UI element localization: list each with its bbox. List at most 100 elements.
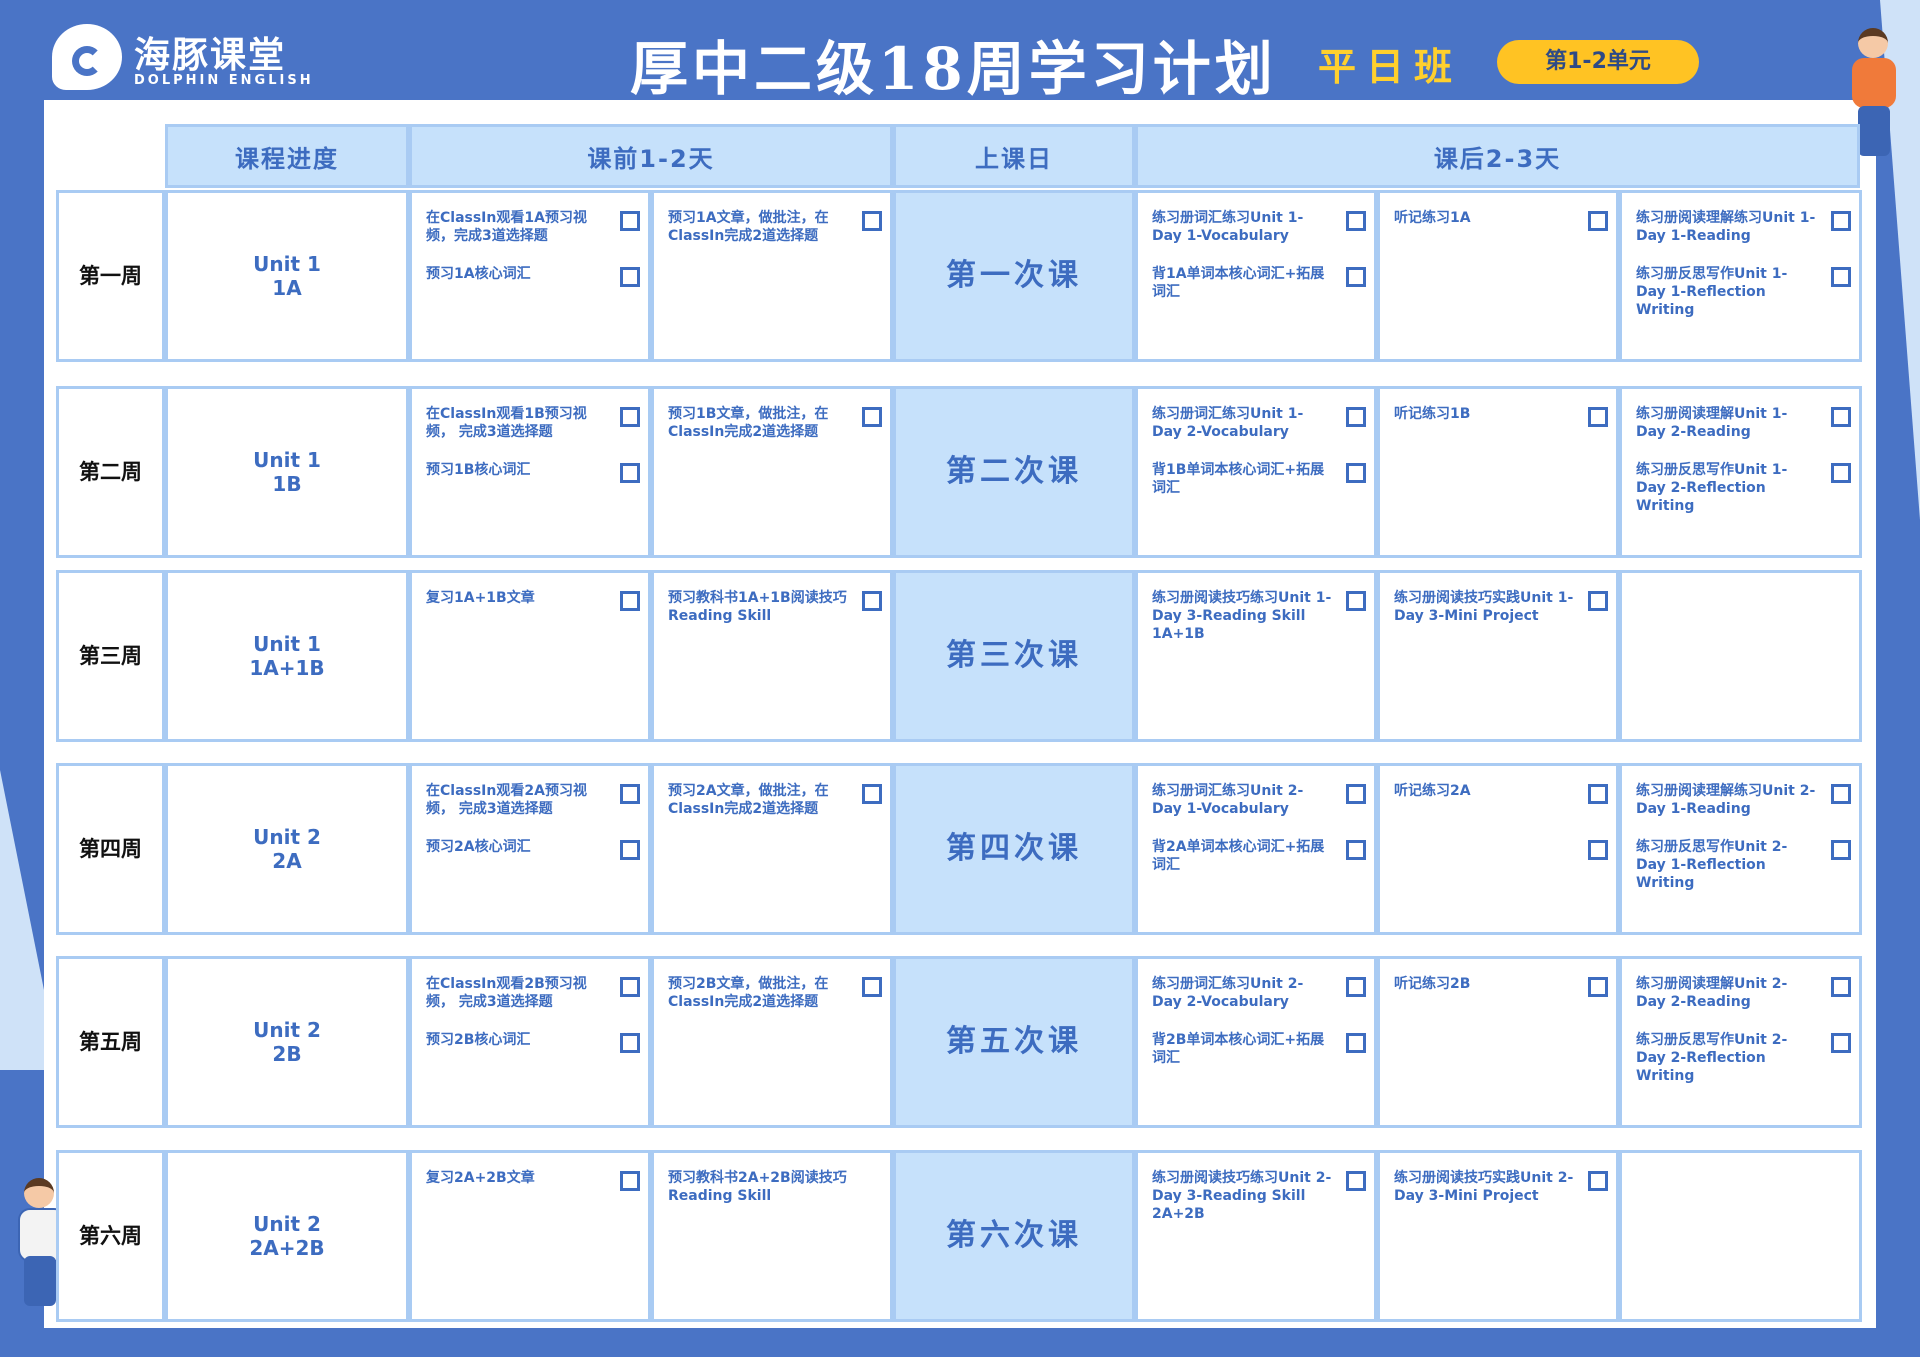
unit-name: Unit 2 xyxy=(253,1018,321,1042)
task-checkbox[interactable] xyxy=(1588,211,1608,231)
task-checkbox[interactable] xyxy=(1346,591,1366,611)
task-text: 预习教科书2A+2B阅读技巧Reading Skill xyxy=(668,1170,847,1204)
page-title: 厚中二级18周学习计划 xyxy=(630,35,1277,103)
task-checkbox[interactable] xyxy=(1346,784,1366,804)
unit-name: Unit 1 xyxy=(253,632,321,656)
page-subtitle: 平日班 xyxy=(1318,45,1463,89)
task-cell: 听记练习1B xyxy=(1377,386,1619,558)
task-cell: 预习教科书1A+1B阅读技巧Reading Skill xyxy=(651,570,893,742)
unit-name: Unit 2 xyxy=(253,1212,321,1236)
task-checkbox[interactable] xyxy=(620,784,640,804)
header: 海豚课堂 DOLPHIN ENGLISH 厚中二级18周学习计划 平日班 第1-… xyxy=(0,0,1920,103)
task-cell: 预习教科书2A+2B阅读技巧Reading Skill xyxy=(651,1150,893,1322)
task-text: 背1B单词本核心词汇+拓展词汇 xyxy=(1152,462,1325,496)
task-checkbox[interactable] xyxy=(1831,267,1851,287)
task-cell: 听记练习2B xyxy=(1377,956,1619,1128)
task-checkbox[interactable] xyxy=(620,977,640,997)
task-text: 练习册阅读技巧练习Unit 2-Day 3-Reading Skill 2A+2… xyxy=(1152,1170,1332,1222)
task-checkbox[interactable] xyxy=(1831,1033,1851,1053)
task-checkbox[interactable] xyxy=(1588,1171,1608,1191)
unit-cell: Unit 1 1A xyxy=(165,190,409,362)
task-text: 预习2B核心词汇 xyxy=(426,1032,531,1048)
task-checkbox[interactable] xyxy=(620,211,640,231)
unit-badge: 第1-2单元 xyxy=(1497,40,1699,84)
week-row: 第五周 Unit 2 2B 在ClassIn观看2B预习视频， 完成3道选择题 预习2B… xyxy=(56,956,1862,1128)
task-checkbox[interactable] xyxy=(862,784,882,804)
task-cell: 预习2B文章，做批注，在ClassIn完成2道选择题 xyxy=(651,956,893,1128)
task-cell: 练习册词汇练习Unit 1-Day 1-Vocabulary 背1A单词本核心词汇… xyxy=(1135,190,1377,362)
task-checkbox[interactable] xyxy=(620,463,640,483)
task-text: 听记练习2A xyxy=(1394,783,1471,799)
task-checkbox[interactable] xyxy=(620,407,640,427)
task-cell: 复习2A+2B文章 xyxy=(409,1150,651,1322)
week-label: 第四周 xyxy=(56,763,165,935)
task-text: 练习册词汇练习Unit 1-Day 2-Vocabulary xyxy=(1152,406,1304,440)
task-checkbox[interactable] xyxy=(1831,840,1851,860)
task-cell: 练习册阅读理解练习Unit 2-Day 1-Reading 练习册反思写作Unit… xyxy=(1619,763,1862,935)
task-checkbox[interactable] xyxy=(1346,977,1366,997)
task-cell: 练习册阅读理解Unit 2-Day 2-Reading 练习册反思写作Unit 2… xyxy=(1619,956,1862,1128)
class-session: 第六次课 xyxy=(893,1150,1135,1322)
week-label: 第五周 xyxy=(56,956,165,1128)
task-cell: 听记练习1A xyxy=(1377,190,1619,362)
week-label: 第六周 xyxy=(56,1150,165,1322)
class-session: 第一次课 xyxy=(893,190,1135,362)
week-row: 第三周 Unit 1 1A+1B 复习1A+1B文章 预习教科书1A+1B阅读技巧Rea… xyxy=(56,570,1862,742)
task-checkbox[interactable] xyxy=(1831,407,1851,427)
task-checkbox[interactable] xyxy=(1346,211,1366,231)
task-text: 练习册阅读技巧练习Unit 1-Day 3-Reading Skill 1A+1… xyxy=(1152,590,1332,642)
unit-cell: Unit 2 2B xyxy=(165,956,409,1128)
task-checkbox[interactable] xyxy=(1346,1171,1366,1191)
task-checkbox[interactable] xyxy=(1346,463,1366,483)
unit-cell: Unit 1 1A+1B xyxy=(165,570,409,742)
task-checkbox[interactable] xyxy=(862,591,882,611)
task-checkbox[interactable] xyxy=(620,1033,640,1053)
task-checkbox[interactable] xyxy=(1831,784,1851,804)
task-checkbox[interactable] xyxy=(1831,977,1851,997)
task-text: 背2B单词本核心词汇+拓展词汇 xyxy=(1152,1032,1325,1066)
task-checkbox[interactable] xyxy=(1346,407,1366,427)
week-label: 第三周 xyxy=(56,570,165,742)
task-text: 练习册词汇练习Unit 2-Day 2-Vocabulary xyxy=(1152,976,1304,1010)
task-checkbox[interactable] xyxy=(1588,840,1608,860)
task-checkbox[interactable] xyxy=(620,840,640,860)
task-checkbox[interactable] xyxy=(1588,784,1608,804)
task-checkbox[interactable] xyxy=(1831,211,1851,231)
task-text: 练习册阅读理解练习Unit 1-Day 1-Reading xyxy=(1636,210,1816,244)
task-checkbox[interactable] xyxy=(1831,463,1851,483)
task-text: 练习册阅读技巧实践Unit 1-Day 3-Mini Project xyxy=(1394,590,1574,624)
task-cell: 预习2A文章，做批注，在ClassIn完成2道选择题 xyxy=(651,763,893,935)
week-row: 第二周 Unit 1 1B 在ClassIn观看1B预习视频， 完成3道选择题 预习1B… xyxy=(56,386,1862,558)
task-text: 预习1A文章，做批注，在ClassIn完成2道选择题 xyxy=(668,210,829,244)
task-text: 练习册反思写作Unit 1-Day 1-Reflection Writing xyxy=(1636,266,1788,318)
task-checkbox[interactable] xyxy=(620,267,640,287)
week-row: 第四周 Unit 2 2A 在ClassIn观看2A预习视频， 完成3道选择题 预习2A… xyxy=(56,763,1862,935)
header-before-class: 课前1-2天 xyxy=(409,124,893,188)
task-cell: 练习册阅读技巧练习Unit 2-Day 3-Reading Skill 2A+2… xyxy=(1135,1150,1377,1322)
task-checkbox[interactable] xyxy=(862,211,882,231)
task-text: 复习2A+2B文章 xyxy=(426,1170,535,1186)
task-checkbox[interactable] xyxy=(620,1171,640,1191)
task-cell xyxy=(1619,570,1862,742)
task-text: 在ClassIn观看2A预习视频， 完成3道选择题 xyxy=(426,783,587,817)
task-text: 练习册阅读理解Unit 1-Day 2-Reading xyxy=(1636,406,1788,440)
task-checkbox[interactable] xyxy=(1588,591,1608,611)
task-checkbox[interactable] xyxy=(862,407,882,427)
task-checkbox[interactable] xyxy=(1346,1033,1366,1053)
unit-section: 2B xyxy=(272,1042,302,1066)
task-cell: 在ClassIn观看1B预习视频， 完成3道选择题 预习1B核心词汇 xyxy=(409,386,651,558)
task-checkbox[interactable] xyxy=(1588,407,1608,427)
header-after-class: 课后2-3天 xyxy=(1135,124,1860,188)
task-cell: 练习册词汇练习Unit 2-Day 1-Vocabulary 背2A单词本核心词汇… xyxy=(1135,763,1377,935)
task-checkbox[interactable] xyxy=(862,977,882,997)
task-checkbox[interactable] xyxy=(620,591,640,611)
task-cell: 在ClassIn观看1A预习视频，完成3道选择题 预习1A核心词汇 xyxy=(409,190,651,362)
task-cell xyxy=(1619,1150,1862,1322)
task-checkbox[interactable] xyxy=(1346,840,1366,860)
class-session: 第五次课 xyxy=(893,956,1135,1128)
task-checkbox[interactable] xyxy=(1588,977,1608,997)
task-cell: 听记练习2A xyxy=(1377,763,1619,935)
task-checkbox[interactable] xyxy=(1346,267,1366,287)
task-text: 预习2B文章，做批注，在ClassIn完成2道选择题 xyxy=(668,976,829,1010)
task-text: 听记练习1A xyxy=(1394,210,1471,226)
